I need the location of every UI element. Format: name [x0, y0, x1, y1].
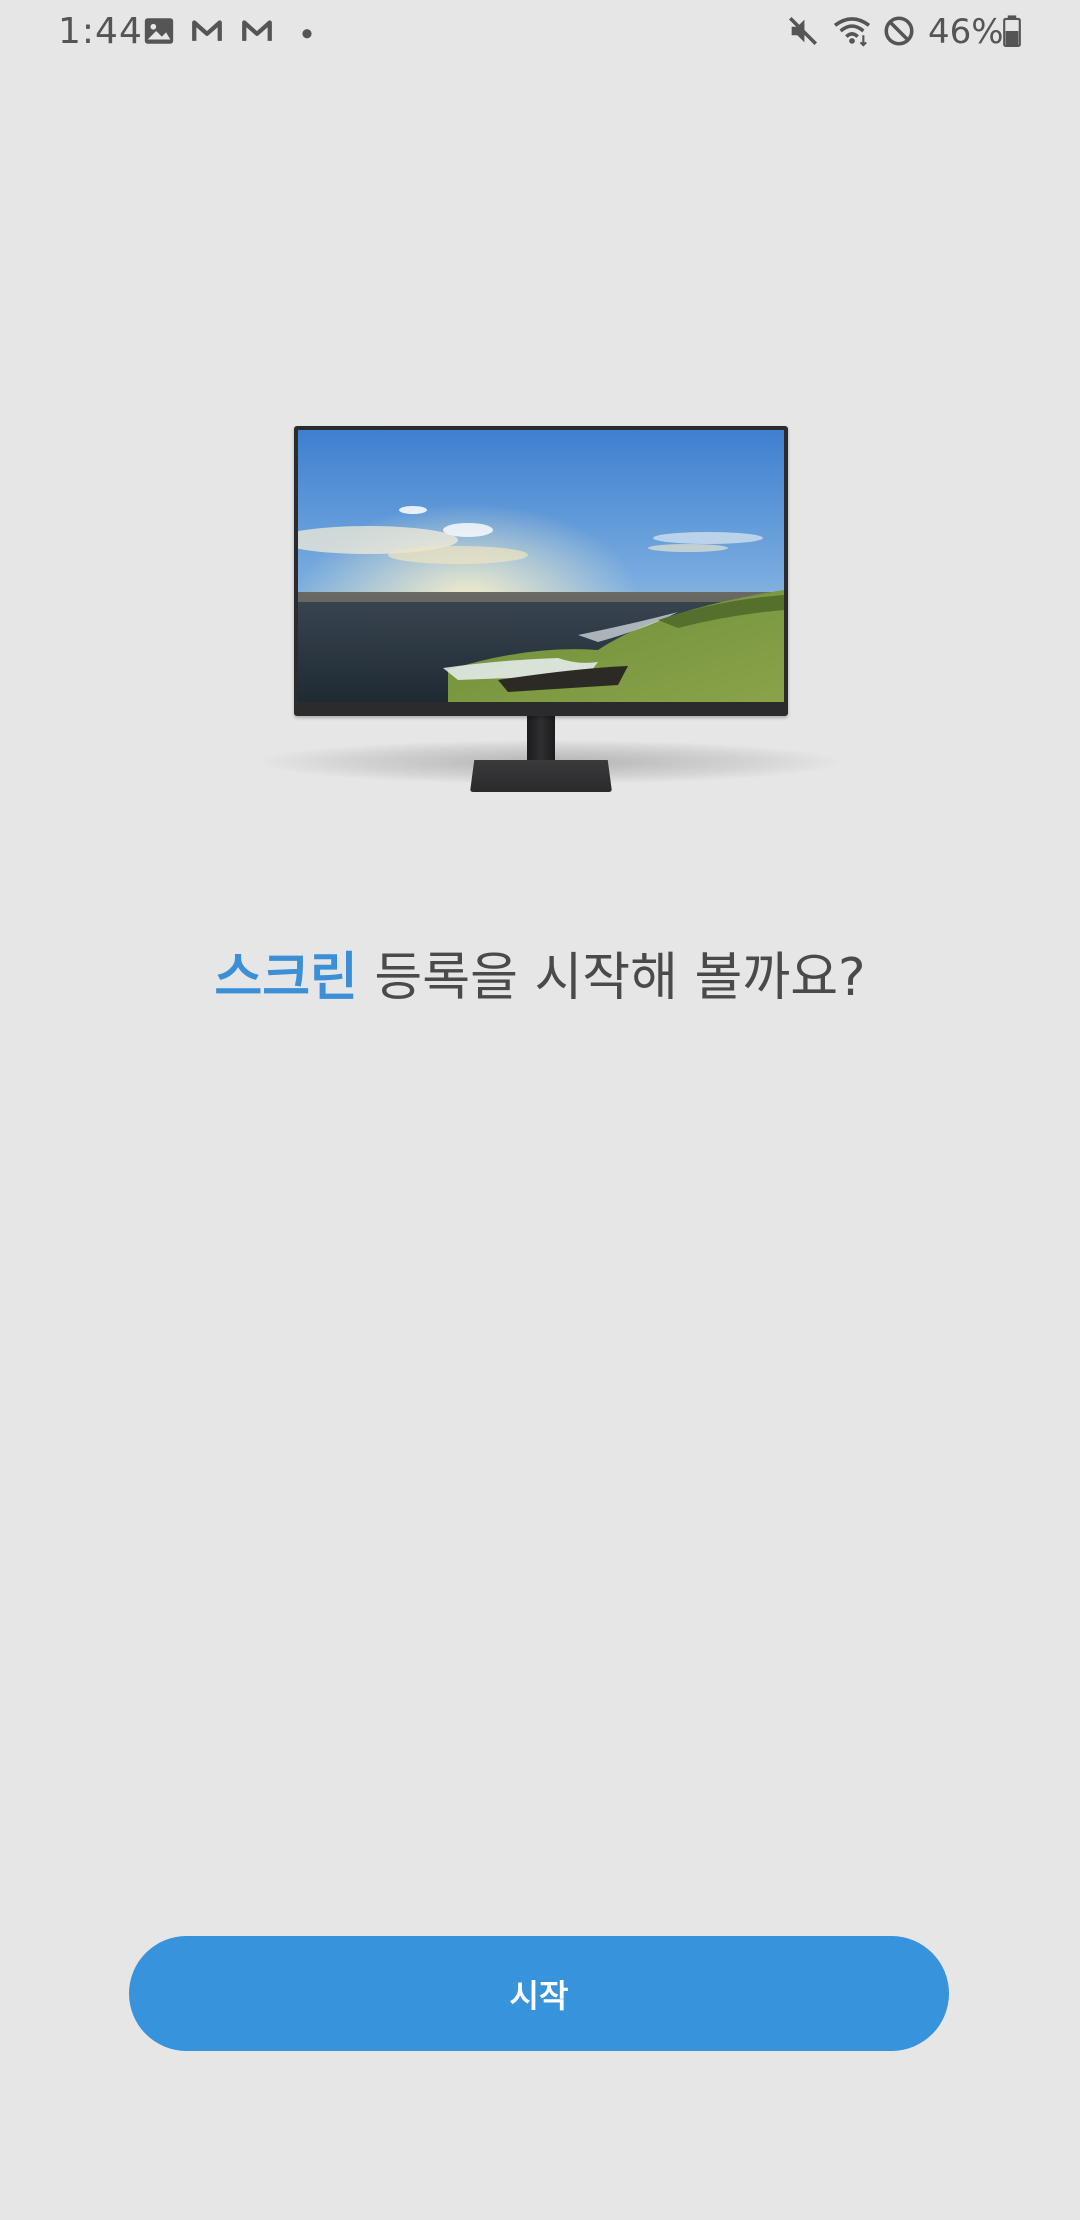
headline-text: 등록을 시작해 볼까요? [357, 948, 866, 1008]
battery-percentage: 46% [928, 12, 1004, 52]
status-time: 1:44 [58, 11, 143, 52]
gmail-icon [240, 14, 274, 48]
wifi-icon [832, 14, 872, 48]
gallery-icon [142, 14, 176, 48]
status-bar: 1:44 46% [0, 0, 1080, 64]
do-not-disturb-icon [882, 14, 916, 48]
gmail-icon [190, 14, 224, 48]
headline: 스크린 등록을 시작해 볼까요? [0, 946, 1080, 1010]
notification-dot-icon [296, 14, 318, 48]
monitor-screen-landscape [298, 430, 784, 702]
start-button[interactable]: 시작 [129, 1936, 949, 2051]
monitor-bezel [294, 426, 788, 716]
monitor-stand-base [470, 760, 612, 792]
headline-accent: 스크린 [214, 948, 358, 1008]
battery-icon [1000, 14, 1024, 48]
monitor-illustration [250, 420, 850, 800]
mute-icon [786, 14, 820, 48]
monitor-stand-neck [527, 714, 555, 768]
